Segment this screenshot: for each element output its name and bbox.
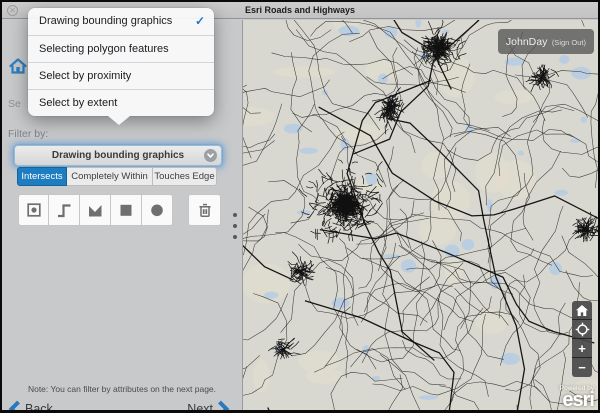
home-extent-icon xyxy=(575,304,589,317)
selection-method-menu: Drawing bounding graphics ✓ Selecting po… xyxy=(28,8,214,116)
polygon-icon xyxy=(86,201,104,219)
app-window: ✕ Esri Roads and Highways Mileage Report… xyxy=(0,0,600,413)
sign-out-link[interactable]: (Sign Out) xyxy=(552,38,586,47)
intersects-button[interactable]: Intersects xyxy=(17,167,67,186)
clear-graphics-button[interactable] xyxy=(188,194,221,226)
rectangle-icon xyxy=(117,201,135,219)
zoom-in-button[interactable]: + xyxy=(572,339,592,358)
panel-resize-handle[interactable] xyxy=(233,213,237,246)
user-name: JohnDay xyxy=(506,36,547,48)
next-button[interactable]: Next xyxy=(187,400,230,413)
user-menu[interactable]: JohnDay (Sign Out) xyxy=(498,29,594,54)
polygon-tool-button[interactable] xyxy=(80,194,111,226)
point-tool-button[interactable] xyxy=(18,194,49,226)
map-home-button[interactable] xyxy=(572,301,592,320)
note-text: Note: You can filter by attributes on th… xyxy=(2,384,242,394)
chevron-left-icon xyxy=(8,400,21,413)
filter-method-value: Drawing bounding graphics xyxy=(52,150,184,161)
chevron-down-icon xyxy=(204,149,217,162)
circle-tool-button[interactable] xyxy=(142,194,173,226)
esri-attribution: Powered by esri xyxy=(560,385,594,409)
locate-icon xyxy=(575,322,590,337)
spatial-relation-segmented-control: Intersects Completely Within Touches Edg… xyxy=(17,167,217,186)
filter-method-select[interactable]: Drawing bounding graphics xyxy=(14,145,222,166)
locate-button[interactable] xyxy=(572,320,592,339)
map-canvas[interactable]: JohnDay (Sign Out) + − Powered by esri xyxy=(242,20,598,410)
close-icon[interactable]: ✕ xyxy=(7,5,18,16)
powered-by-label: Powered by xyxy=(560,385,594,392)
circle-icon xyxy=(148,201,166,219)
completely-within-button[interactable]: Completely Within xyxy=(67,167,153,186)
menu-item-select-by-extent[interactable]: Select by extent xyxy=(28,89,214,116)
trash-icon xyxy=(196,201,214,219)
map-controls: + − xyxy=(572,301,592,377)
home-icon xyxy=(8,56,28,76)
checkmark-icon: ✓ xyxy=(195,8,205,35)
rectangle-tool-button[interactable] xyxy=(111,194,142,226)
point-icon xyxy=(25,201,43,219)
basemap-roads xyxy=(243,20,598,410)
popup-caret xyxy=(108,116,130,125)
chevron-right-icon xyxy=(217,400,230,413)
polyline-icon xyxy=(55,201,73,219)
filter-by-label: Filter by: xyxy=(8,128,48,140)
draw-tools-toolbar xyxy=(18,194,173,226)
menu-item-drawing-bounding-graphics[interactable]: Drawing bounding graphics ✓ xyxy=(28,8,214,35)
back-button[interactable]: Back xyxy=(8,400,53,413)
zoom-out-button[interactable]: − xyxy=(572,358,592,377)
menu-item-select-by-proximity[interactable]: Select by proximity xyxy=(28,62,214,89)
touches-edge-button[interactable]: Touches Edge xyxy=(153,167,217,186)
menu-item-selecting-polygon-features[interactable]: Selecting polygon features xyxy=(28,35,214,62)
polyline-tool-button[interactable] xyxy=(49,194,80,226)
esri-logo: esri xyxy=(560,392,594,409)
select-label-truncated: Se xyxy=(8,98,21,110)
